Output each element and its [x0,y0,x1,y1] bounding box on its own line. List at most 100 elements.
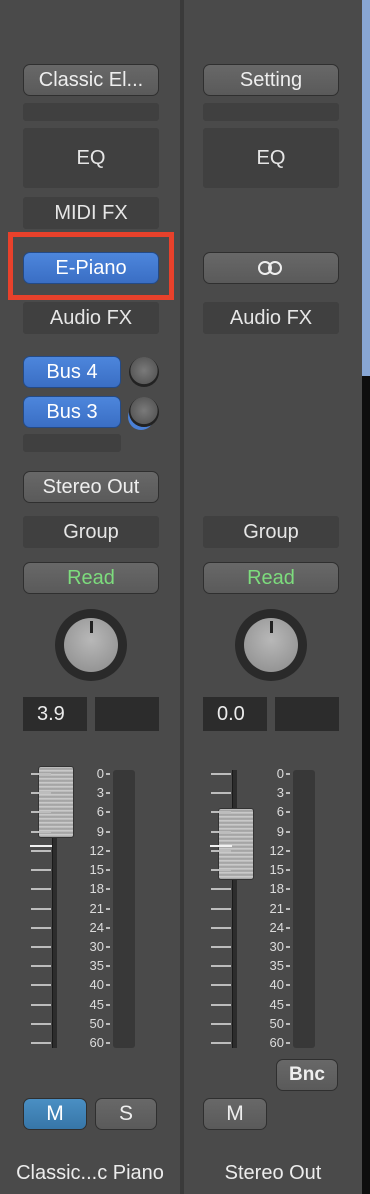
scale-tick [286,1022,290,1025]
fader-tick [211,830,231,833]
scale-tick [106,773,110,775]
fader-tick [31,1042,51,1044]
fader-tick [211,773,231,775]
fader-tick [211,811,231,814]
eq-slot[interactable]: EQ [23,128,159,188]
instrument-slot-button[interactable]: E-Piano [23,252,159,284]
scale-tick [286,1003,290,1006]
audio-fx-slot-stereo-out[interactable]: Audio FX [203,302,339,334]
scale-tick [106,849,110,852]
scale-tick [106,926,110,929]
fader-tick [31,773,51,775]
scale-label: 6 [276,804,284,820]
scale-tick [286,945,290,948]
output-button[interactable]: Stereo Out [23,471,159,503]
scale-label: 0 [96,766,104,781]
pan-knob[interactable] [55,609,127,681]
fader-tick [211,792,231,795]
send-bus-4-button[interactable]: Bus 4 [23,356,121,388]
scale-label: 9 [96,823,104,839]
level-meter [113,770,135,1048]
balance-knob[interactable] [235,609,307,681]
fader-tick [31,1022,51,1025]
scale-label: 24 [89,919,104,935]
gain-value-display[interactable]: 3.9 [23,697,87,731]
empty-send-slot[interactable] [23,434,121,452]
solo-button[interactable]: S [95,1098,157,1130]
level-meter-stereo-out [293,770,315,1048]
scale-tick [286,907,290,910]
fader-tick [211,1042,231,1044]
fader-tick [31,830,51,833]
group-slot-stereo-out[interactable]: Group [203,516,339,548]
fader-tick [211,1022,231,1025]
fader-tick [211,965,231,968]
scale-label: 35 [269,958,284,974]
scale-tick [286,830,290,833]
scale-label: 12 [89,842,104,858]
send-level-knob-bus-3[interactable] [129,397,159,427]
mute-button[interactable]: M [23,1098,87,1130]
balance-knob-indicator [270,621,273,633]
fader-tick [211,888,231,891]
gain-value-display-stereo-out[interactable]: 0.0 [203,697,267,731]
pan-knob-indicator [90,621,93,633]
fader-tick [31,907,51,910]
gain-reduction-slot-stereo-out [203,103,339,121]
scale-label: 60 [89,1035,104,1050]
fader-tick [31,965,51,968]
fader-tick [31,811,51,814]
fader-tick [31,869,51,872]
midi-fx-slot[interactable]: MIDI FX [23,197,159,229]
scale-tick [286,792,290,795]
bounce-button[interactable]: Bnc [276,1059,338,1091]
automation-mode-button-stereo-out[interactable]: Read [203,562,339,594]
scale-label: 0 [276,766,284,781]
gain-reduction-slot [23,103,159,121]
scale-label: 21 [89,900,104,916]
track-name-label[interactable]: Classic...c Piano [0,1162,180,1185]
fader-tick [31,926,51,929]
scale-label: 3 [276,785,284,801]
scale-label: 40 [269,977,284,993]
eq-slot-stereo-out[interactable]: EQ [203,128,339,188]
scale-label: 60 [269,1035,284,1050]
scale-tick [106,1042,110,1044]
scale-label: 15 [89,862,104,878]
fader-tick [31,945,51,948]
scale-label: 18 [89,881,104,897]
scale-label: 45 [269,996,284,1012]
setting-button-stereo-out[interactable]: Setting [203,64,339,96]
send-bus-3-button[interactable]: Bus 3 [23,396,121,428]
right-edge-panel [362,0,370,376]
peak-value-display[interactable] [95,697,159,731]
fader-tick [31,1003,51,1006]
scale-tick [286,811,290,814]
scale-tick [286,926,290,929]
group-slot[interactable]: Group [23,516,159,548]
scale-tick [286,773,290,775]
scale-label: 3 [96,785,104,801]
stereo-link-button[interactable] [203,252,339,284]
scale-label: 50 [269,1015,284,1031]
scale-tick [106,811,110,814]
scale-tick [106,907,110,910]
fader-tick [211,984,231,987]
automation-mode-button[interactable]: Read [23,562,159,594]
track-name-label-stereo-out[interactable]: Stereo Out [184,1162,362,1185]
scale-label: 15 [269,862,284,878]
audio-fx-slot[interactable]: Audio FX [23,302,159,334]
stereo-link-icon-right-ring [268,261,282,275]
unity-gain-marker [30,845,52,847]
fader-tick [31,888,51,891]
volume-fader-handle[interactable] [38,766,74,838]
mute-button-stereo-out[interactable]: M [203,1098,267,1130]
send-level-knob-bus-4[interactable] [129,357,159,387]
scale-label: 45 [89,996,104,1012]
scale-label: 9 [276,823,284,839]
scale-label: 21 [269,900,284,916]
setting-button[interactable]: Classic El... [23,64,159,96]
peak-value-display-stereo-out[interactable] [275,697,339,731]
fader-tick [211,1003,231,1006]
fader-tick [31,792,51,795]
